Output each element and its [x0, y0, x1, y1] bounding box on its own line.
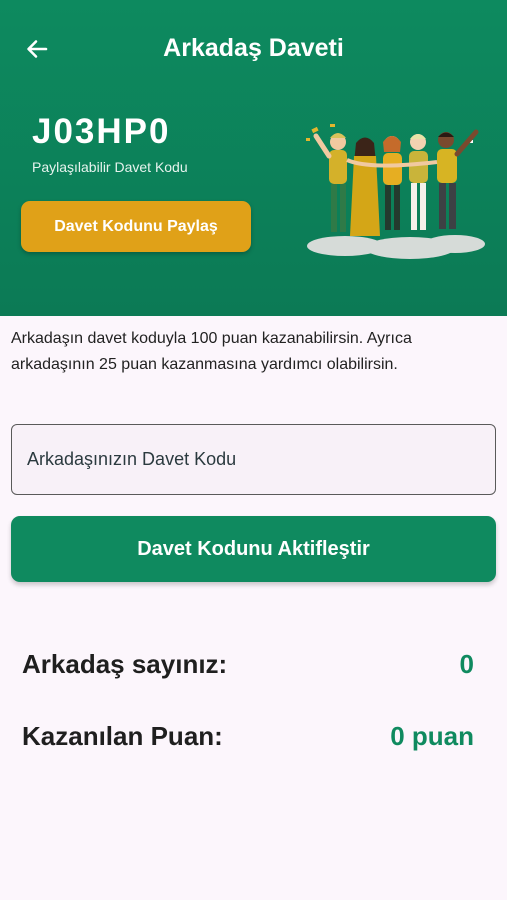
friend-count-label: Arkadaş sayınız: — [22, 649, 228, 679]
earned-points-label: Kazanılan Puan: — [22, 721, 223, 751]
friend-count-value: 0 — [459, 649, 474, 679]
invite-code-caption: Paylaşılabilir Davet Kodu — [32, 159, 188, 175]
invite-info-text: Arkadaşın davet koduyla 100 puan kazanab… — [11, 330, 412, 373]
invite-code: J03HP0 — [32, 112, 171, 151]
earned-points-value: 0 puan — [390, 721, 474, 751]
page-title: Arkadaş Daveti — [163, 34, 344, 62]
invite-header: Arkadaş Daveti J03HP0 Paylaşılabilir Dav… — [0, 0, 507, 316]
friend-invite-code-input[interactable] — [11, 424, 496, 495]
share-invite-code-button[interactable]: Davet Kodunu Paylaş — [21, 201, 251, 252]
group-of-friends-illustration — [306, 124, 485, 259]
activate-invite-code-button[interactable]: Davet Kodunu Aktifleştir — [11, 516, 496, 582]
